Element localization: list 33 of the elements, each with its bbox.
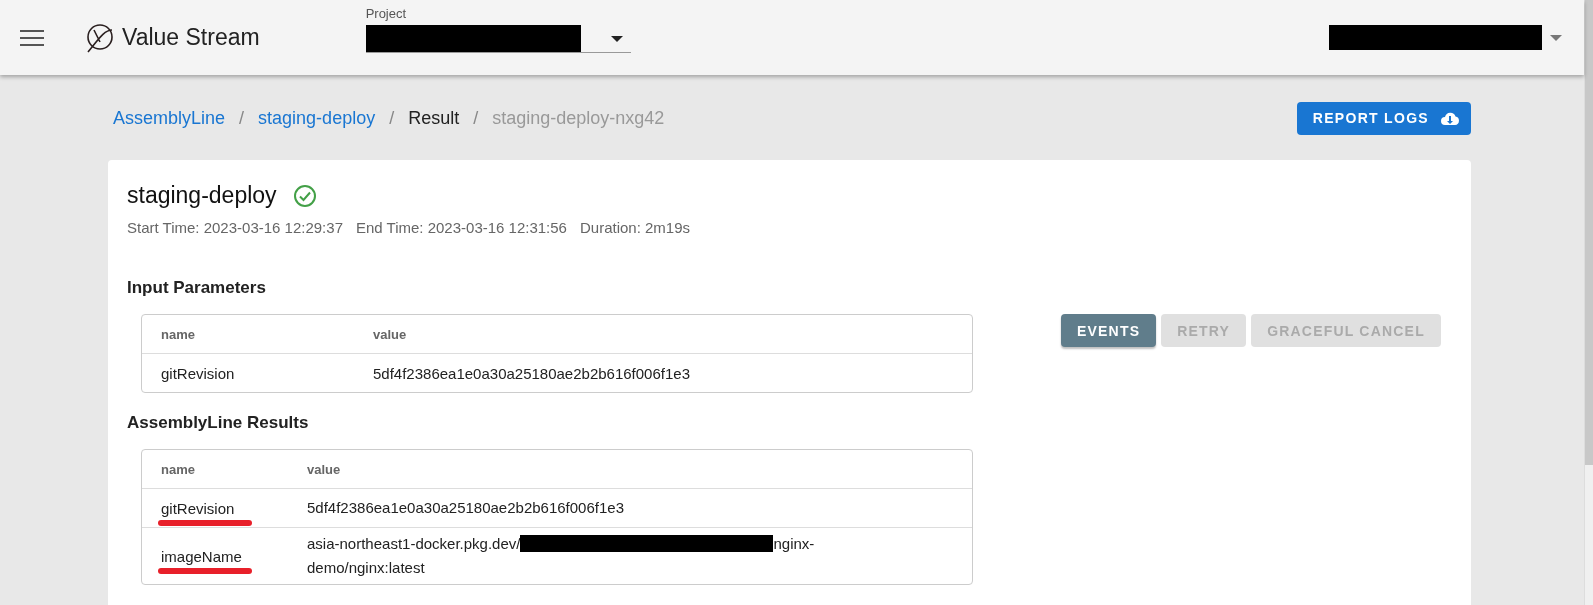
scrollbar[interactable]: [1584, 0, 1593, 605]
breadcrumb-separator: /: [389, 107, 395, 129]
app-name: Value Stream: [122, 24, 260, 51]
section-heading: AssemblyLine Results: [127, 413, 310, 433]
section-heading: Input Parameters: [127, 278, 267, 298]
table-cell: gitRevision: [142, 499, 288, 517]
breadcrumb[interactable]: staging-deploy: [258, 107, 376, 129]
run-time: End Time: 2023-03-16 12:31:56: [356, 219, 567, 236]
column-header: value: [306, 461, 342, 477]
column-header: value: [372, 326, 408, 342]
table-cell-text: 5df4f2386ea1e0a30a25180ae2b2b616f006f1e3: [372, 364, 691, 382]
breadcrumb: staging-deploy-nxg42: [492, 107, 665, 129]
column-header: name: [160, 461, 196, 477]
report-logs-button[interactable]: REPORT LOGS: [1296, 101, 1471, 135]
breadcrumb-separator: /: [239, 107, 245, 129]
column-header: name: [160, 326, 196, 342]
breadcrumb[interactable]: AssemblyLine: [113, 107, 226, 129]
breadcrumb: Result: [408, 107, 460, 129]
table-cell-text: 5df4f2386ea1e0a30a25180ae2b2b616f006f1e3: [306, 498, 625, 518]
project-select[interactable]: Project: [365, 6, 631, 53]
breadcrumb-separator: /: [473, 107, 479, 129]
caret-icon: [1550, 34, 1562, 41]
leaf-logo-icon: [84, 21, 116, 54]
table-cell-text: asia-northeast1-docker.pkg.dev/ nginx-demo/nginx:latest: [306, 534, 816, 578]
table-cell: imageName: [142, 547, 288, 565]
menu-icon[interactable]: [20, 28, 44, 47]
cloud-download-icon: [1441, 111, 1459, 125]
run-time: Duration: 2m19s: [579, 219, 691, 236]
caret-icon: [610, 35, 623, 42]
table-cell-text: gitRevision: [160, 364, 236, 382]
run-title: staging-deploy: [127, 182, 277, 209]
action-button[interactable]: EVENTS: [1061, 314, 1157, 347]
run-time: Start Time: 2023-03-16 12:29:37: [127, 219, 343, 236]
